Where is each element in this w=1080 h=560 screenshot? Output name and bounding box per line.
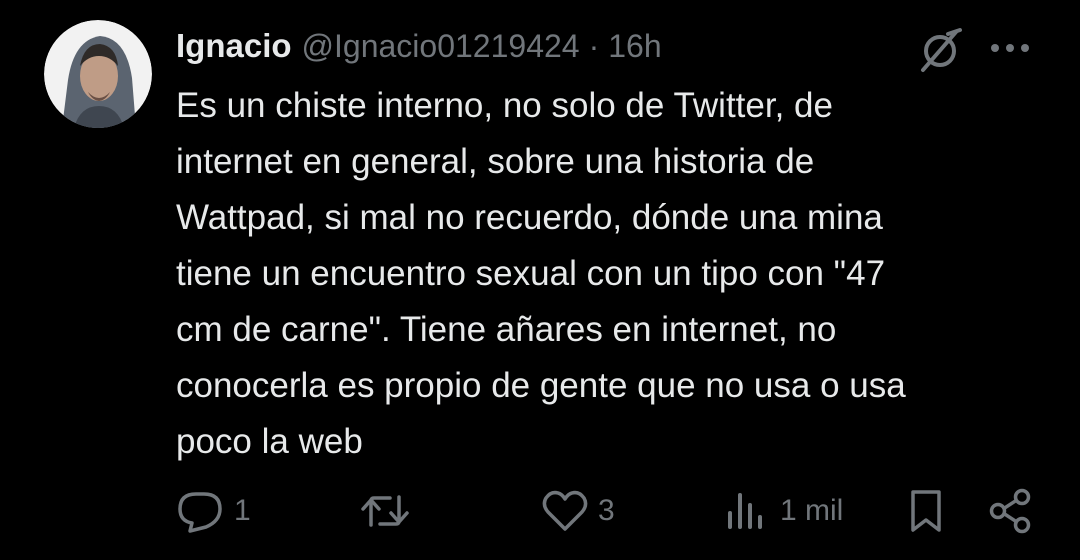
views-icon: [728, 493, 762, 529]
reply-count: 1: [234, 494, 251, 527]
bookmark-button[interactable]: [906, 486, 946, 536]
share-icon: [989, 488, 1031, 534]
more-icon: [991, 44, 1029, 52]
tweet-text-line: cm de carne". Tiene añares en internet, …: [176, 310, 837, 349]
more-button[interactable]: [982, 24, 1038, 72]
tweet-text-line: Es un chiste interno, no solo de Twitter…: [176, 86, 833, 125]
views-button[interactable]: 1 mil: [724, 486, 843, 536]
display-name[interactable]: Ignacio: [176, 27, 292, 65]
tweet-text-line: poco la web: [176, 422, 363, 461]
grok-button[interactable]: [914, 24, 966, 76]
heart-icon: [542, 490, 588, 531]
like-button[interactable]: 3: [542, 486, 615, 536]
avatar-image: [44, 20, 152, 128]
tweet-text-line: internet en general, sobre una historia …: [176, 142, 815, 181]
timestamp[interactable]: 16h: [608, 28, 661, 65]
avatar[interactable]: [44, 20, 152, 128]
user-handle[interactable]: @Ignacio01219424: [302, 28, 580, 65]
retweet-icon: [361, 495, 409, 527]
grok-icon: [921, 28, 962, 72]
bookmark-icon: [911, 490, 941, 532]
tweet-text-line: Wattpad, si mal no recuerdo, dónde una m…: [176, 198, 883, 237]
tweet-text: Es un chiste interno, no solo de Twitter…: [176, 78, 1056, 470]
views-count: 1 mil: [780, 494, 844, 527]
like-count: 3: [598, 494, 615, 527]
share-button[interactable]: [986, 486, 1034, 536]
tweet-header: Ignacio @Ignacio01219424 · 16h: [176, 24, 662, 68]
separator-dot: ·: [588, 27, 600, 64]
tweet-text-line: conocerla es propio de gente que no usa …: [176, 366, 906, 405]
tweet-text-line: tiene un encuentro sexual con un tipo co…: [176, 254, 886, 293]
reply-button[interactable]: 1: [176, 486, 251, 536]
retweet-button[interactable]: [360, 486, 420, 536]
tweet: Ignacio @Ignacio01219424 · 16h Es un chi…: [0, 0, 1080, 560]
reply-icon: [178, 492, 222, 533]
